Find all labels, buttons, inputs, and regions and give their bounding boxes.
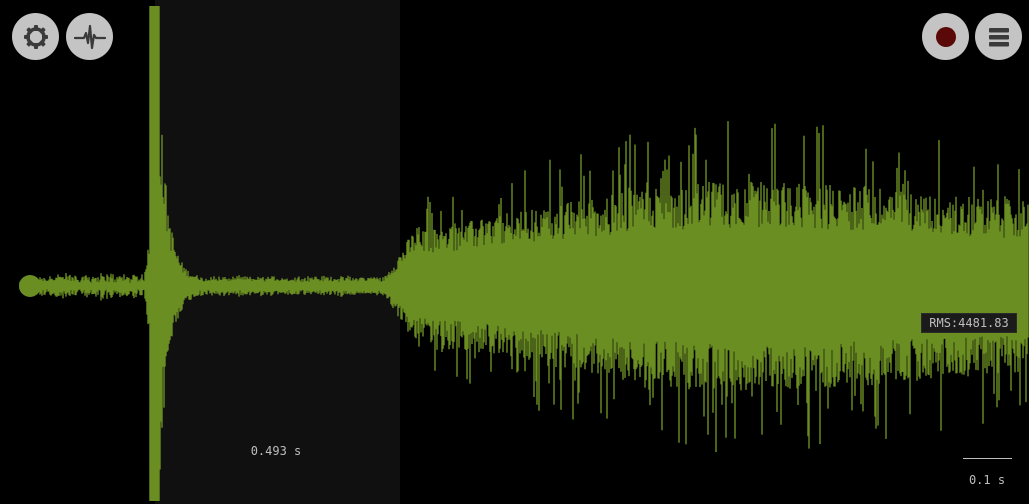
settings-button[interactable]: [12, 13, 59, 60]
waveform-button[interactable]: [66, 13, 113, 60]
hamburger-menu-icon: [987, 25, 1011, 49]
selection-region[interactable]: [155, 0, 400, 504]
time-scale-bar: [963, 458, 1012, 459]
waveform-view[interactable]: [0, 0, 1029, 504]
playhead-marker[interactable]: [19, 275, 41, 297]
gear-icon: [22, 23, 50, 51]
pulse-icon: [73, 23, 107, 51]
record-icon: [935, 26, 957, 48]
time-scale-label: 0.1 s: [968, 473, 1006, 487]
menu-button[interactable]: [975, 13, 1022, 60]
audio-recorder-app: RMS:4481.83 0.493 s 0.1 s: [0, 0, 1029, 504]
record-button[interactable]: [922, 13, 969, 60]
rms-readout: RMS:4481.83: [921, 313, 1017, 333]
selection-duration-label: 0.493 s: [250, 444, 302, 458]
